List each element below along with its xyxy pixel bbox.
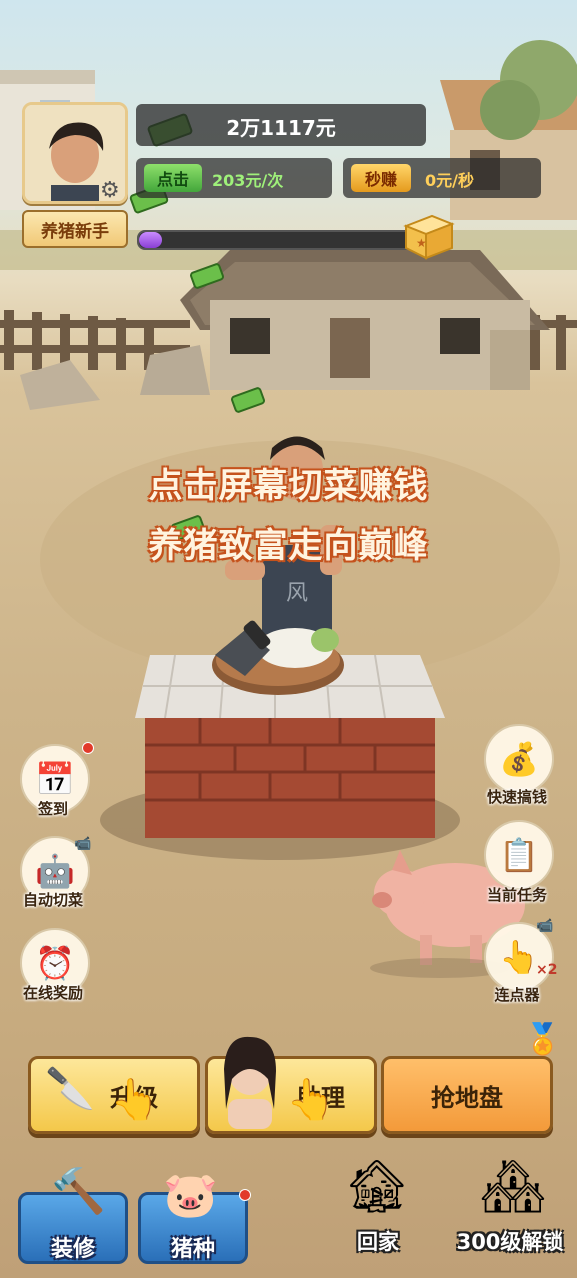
notification-dot — [82, 742, 94, 754]
ruined-house — [20, 250, 550, 410]
locked-level-label: 300级解锁 — [456, 1230, 564, 1254]
svg-text:★: ★ — [416, 236, 427, 250]
level-progress-bar — [137, 230, 431, 250]
second-income-value: 0元/秒 — [425, 171, 474, 190]
tap-hand-icon: 👆 — [286, 1077, 336, 1123]
video-ad-icon: 📹 — [74, 836, 92, 852]
money-bag-icon: 💰 — [499, 740, 539, 778]
second-income-panel: 秒赚 0元/秒 — [343, 158, 541, 198]
alarm-clock-icon: ⏰ — [35, 944, 75, 982]
go-home-label: 回家 — [357, 1230, 399, 1254]
video-ad-icon: 📹 — [536, 918, 554, 934]
quick-money-label: 快速搞钱 — [486, 788, 547, 806]
tap-hand-icon: 👆 — [499, 938, 539, 976]
money-amount: 2万1117元 — [226, 116, 336, 140]
clipboard-icon: 📋 — [499, 836, 539, 874]
medal-icon: 🏅 — [524, 1022, 562, 1057]
quick-money-button[interactable]: 💰 — [484, 724, 554, 794]
headline-line1: 点击屏幕切菜赚钱 — [148, 466, 429, 506]
decorate-label: 装修 — [50, 1237, 95, 1262]
house-icon: 🏚 — [344, 1157, 411, 1217]
auto-clicker-label: 连点器 — [494, 986, 540, 1004]
pig-breed-label: 猪种 — [170, 1237, 215, 1262]
sign-in-label: 签到 — [37, 800, 68, 818]
tap-hand-icon: 👆 — [110, 1077, 160, 1123]
grab-land-button[interactable]: 抢地盘 — [381, 1056, 553, 1134]
multiplier-badge: ×2 — [536, 962, 558, 978]
calendar-check-icon: 📅 — [35, 760, 75, 798]
reward-chest-icon[interactable]: ★ — [402, 212, 456, 260]
notification-dot — [239, 1189, 251, 1201]
decorate-button[interactable]: 🔨 装修 — [18, 1166, 128, 1264]
current-task-button[interactable]: 📋 — [484, 820, 554, 890]
second-income-tag: 秒赚 — [351, 164, 411, 192]
headline-line2: 养猪致富走向巅峰 — [148, 526, 429, 566]
assistant-portrait — [224, 1036, 276, 1129]
robot-chef-icon: 🤖 — [35, 852, 75, 890]
locked-level-button[interactable]: 🏘 300级解锁 — [448, 1156, 572, 1256]
svg-text:风: 风 — [286, 581, 308, 606]
settings-gear-icon[interactable]: ⚙ — [100, 178, 120, 203]
pig-icon: 🐷 — [163, 1170, 218, 1221]
hammer-icon: 🔨 — [51, 1166, 106, 1217]
cleaver-icon: 🔪 — [45, 1066, 95, 1112]
grab-land-label: 抢地盘 — [431, 1083, 503, 1112]
go-home-button[interactable]: 🏚 回家 — [326, 1156, 430, 1256]
current-task-label: 当前任务 — [486, 886, 547, 904]
auto-chop-label: 自动切菜 — [22, 891, 83, 909]
level-progress-fill — [139, 232, 163, 248]
click-income-panel: 点击 203元/次 — [136, 158, 332, 198]
pig-breed-button[interactable]: 🐷 猪种 — [138, 1170, 251, 1264]
click-income-tag: 点击 — [144, 164, 202, 192]
online-reward-label: 在线奖励 — [22, 984, 83, 1002]
locked-building-icon: 🏘 — [480, 1157, 547, 1217]
player-level-title: 养猪新手 — [22, 210, 128, 248]
game-scene[interactable]: 风 ⚙ 养猪新手 2万1117元 点击 203元/次 秒赚 0元/秒 ★ 点击屏… — [0, 0, 577, 1278]
click-income-value: 203元/次 — [212, 171, 284, 190]
money-display: 2万1117元 — [136, 104, 426, 146]
